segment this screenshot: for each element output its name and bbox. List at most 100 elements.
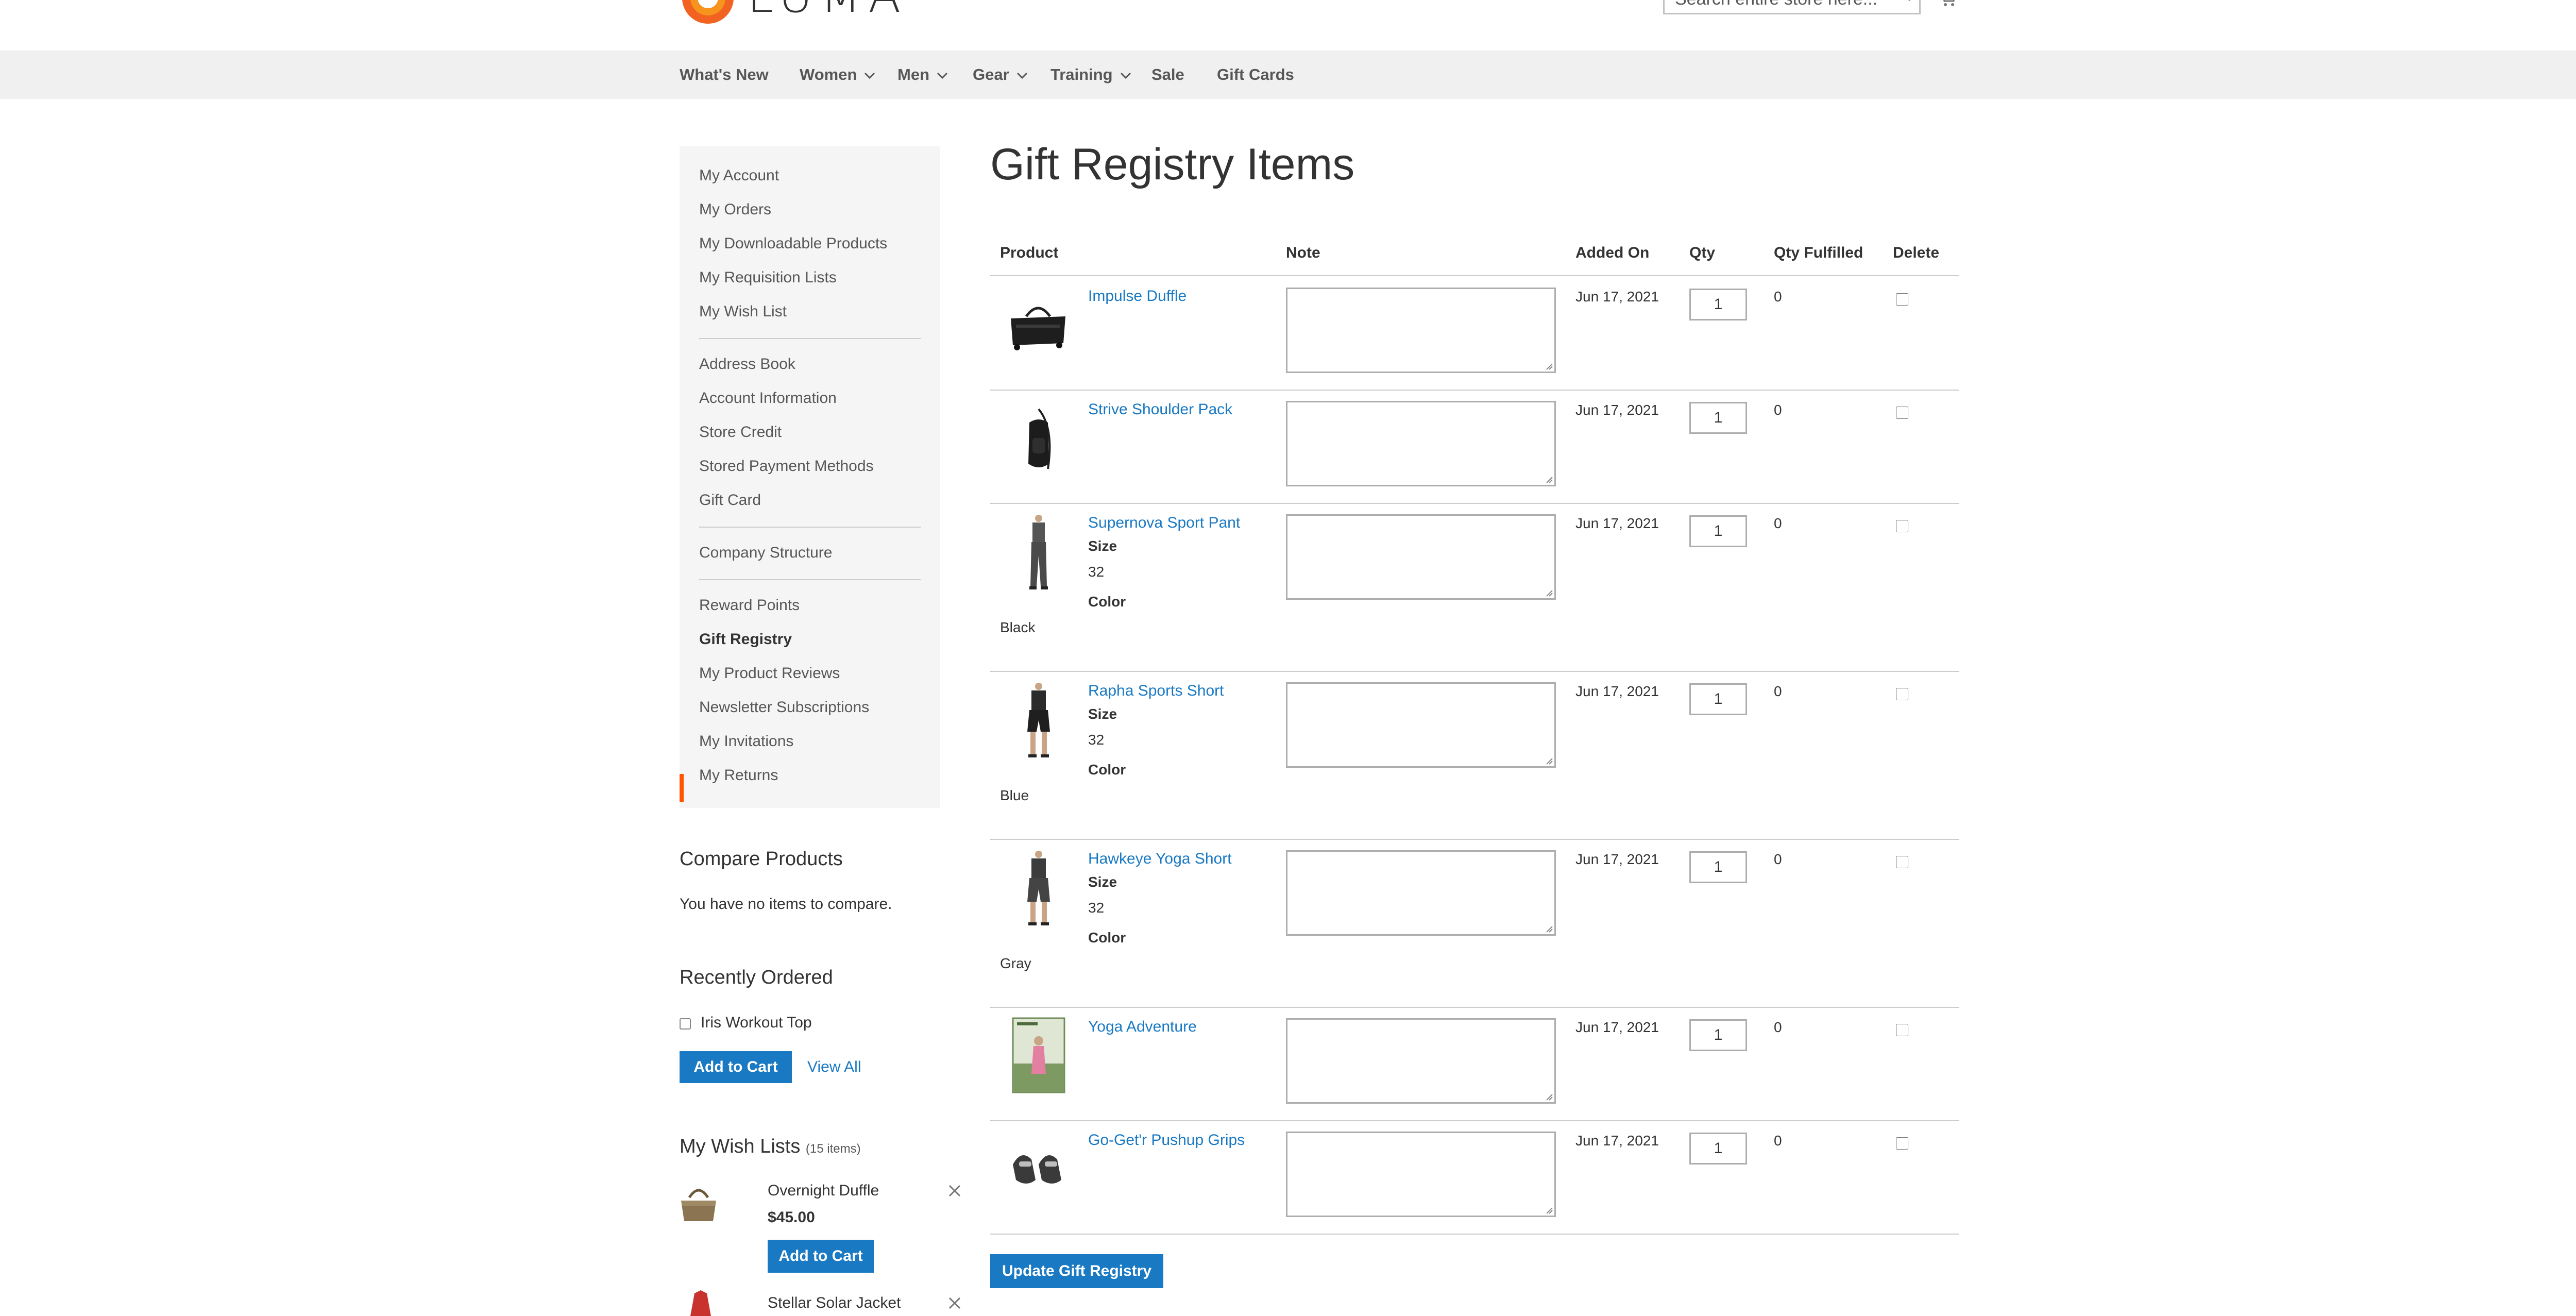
nav-item-sale[interactable]: Sale — [1151, 50, 1184, 99]
qty-input[interactable] — [1689, 402, 1747, 434]
option-value-size: 32 — [1088, 732, 1105, 748]
qty-input[interactable] — [1689, 515, 1747, 547]
sidebar-item-address-book[interactable]: Address Book — [699, 356, 795, 373]
delete-checkbox[interactable] — [1896, 688, 1908, 700]
row-divider — [990, 503, 1959, 504]
nav-item-women[interactable]: Women — [800, 50, 875, 99]
sidebar-item-gift-card[interactable]: Gift Card — [699, 492, 761, 509]
product-name-link[interactable]: Rapha Sports Short — [1088, 682, 1224, 700]
resize-grip-icon[interactable] — [1546, 589, 1553, 597]
nav-item-gift-cards[interactable]: Gift Cards — [1217, 50, 1294, 99]
nav-item-gear[interactable]: Gear — [973, 50, 1028, 99]
qty-fulfilled-value: 0 — [1774, 1019, 1782, 1035]
wishlist-item-name[interactable]: Overnight Duffle — [768, 1182, 879, 1200]
delete-checkbox[interactable] — [1896, 520, 1908, 532]
sidebar-item-account-information[interactable]: Account Information — [699, 390, 837, 407]
note-textarea[interactable] — [1286, 1132, 1556, 1217]
resize-grip-icon[interactable] — [1546, 476, 1553, 483]
resize-grip-icon[interactable] — [1546, 757, 1553, 765]
note-textarea[interactable] — [1286, 514, 1556, 600]
resize-grip-icon[interactable] — [1546, 925, 1553, 933]
close-icon[interactable] — [948, 1296, 961, 1310]
product-name-link[interactable]: Strive Shoulder Pack — [1088, 401, 1232, 418]
sidebar-item-stored-payment-methods[interactable]: Stored Payment Methods — [699, 458, 874, 475]
qty-input[interactable] — [1689, 1019, 1747, 1051]
delete-checkbox[interactable] — [1896, 293, 1908, 306]
sidebar-item-newsletter-subscriptions[interactable]: Newsletter Subscriptions — [699, 699, 869, 716]
note-textarea[interactable] — [1286, 401, 1556, 486]
search-icon[interactable] — [1894, 0, 1912, 3]
sidebar-item-my-orders[interactable]: My Orders — [699, 201, 771, 218]
product-name-link[interactable]: Supernova Sport Pant — [1088, 514, 1240, 532]
product-name-link[interactable]: Yoga Adventure — [1088, 1018, 1197, 1036]
close-icon[interactable] — [948, 1184, 961, 1197]
sidebar-divider — [699, 338, 921, 339]
yoga-adventure-image[interactable] — [1012, 1017, 1065, 1093]
delete-checkbox[interactable] — [1896, 1137, 1908, 1150]
recently-ordered-checkbox[interactable] — [680, 1018, 691, 1030]
note-textarea[interactable] — [1286, 1018, 1556, 1104]
recently-ordered-view-all-link[interactable]: View All — [807, 1058, 861, 1076]
sidebar-item-requisition-lists[interactable]: My Requisition Lists — [699, 269, 837, 286]
qty-input[interactable] — [1689, 1133, 1747, 1165]
option-label-size: Size — [1088, 538, 1117, 554]
resize-grip-icon[interactable] — [1546, 363, 1553, 370]
qty-fulfilled-value: 0 — [1774, 683, 1782, 699]
nav-item-men[interactable]: Men — [897, 50, 948, 99]
product-name-link[interactable]: Hawkeye Yoga Short — [1088, 850, 1232, 868]
cart-icon[interactable] — [1938, 0, 1957, 8]
logo-text[interactable]: LUMA — [747, 0, 908, 23]
delete-checkbox[interactable] — [1896, 1024, 1908, 1036]
search-input[interactable] — [1674, 0, 1882, 14]
sidebar-item-store-credit[interactable]: Store Credit — [699, 424, 782, 441]
option-label-size: Size — [1088, 706, 1117, 722]
impulse-duffle-image[interactable] — [1006, 298, 1071, 355]
sidebar-item-returns[interactable]: My Returns — [699, 767, 778, 784]
recently-ordered-title: Recently Ordered — [680, 967, 833, 988]
qty-input[interactable] — [1689, 683, 1747, 715]
added-on-date: Jun 17, 2021 — [1575, 683, 1659, 699]
update-gift-registry-button[interactable]: Update Gift Registry — [990, 1254, 1163, 1288]
hawkeye-yoga-short-image[interactable] — [1018, 850, 1059, 927]
sidebar-item-company-structure[interactable]: Company Structure — [699, 544, 832, 562]
nav-label: Women — [800, 65, 857, 83]
sidebar-item-reward-points[interactable]: Reward Points — [699, 597, 800, 614]
pushup-grips-image[interactable] — [1006, 1144, 1072, 1190]
note-textarea[interactable] — [1286, 288, 1556, 373]
product-name-link[interactable]: Go-Get'r Pushup Grips — [1088, 1132, 1245, 1149]
rapha-sports-short-image[interactable] — [1018, 682, 1059, 760]
sidebar-item-wish-list[interactable]: My Wish List — [699, 303, 787, 320]
nav-item-training[interactable]: Training — [1050, 50, 1131, 99]
recently-ordered-add-to-cart-button[interactable]: Add to Cart — [680, 1051, 792, 1083]
added-on-date: Jun 17, 2021 — [1575, 289, 1659, 305]
qty-fulfilled-value: 0 — [1774, 402, 1782, 418]
row-divider — [990, 1007, 1959, 1008]
column-header-qty: Qty — [1689, 244, 1716, 261]
note-textarea[interactable] — [1286, 850, 1556, 936]
wishlist-add-to-cart-button[interactable]: Add to Cart — [768, 1240, 874, 1273]
strive-shoulder-pack-image[interactable] — [1018, 407, 1059, 473]
resize-grip-icon[interactable] — [1546, 1093, 1553, 1101]
overnight-duffle-image[interactable] — [678, 1180, 719, 1226]
supernova-sport-pant-image[interactable] — [1022, 514, 1055, 592]
qty-input[interactable] — [1689, 289, 1747, 320]
search-box — [1663, 0, 1921, 14]
sidebar-item-invitations[interactable]: My Invitations — [699, 733, 793, 750]
sidebar-item-gift-registry[interactable]: Gift Registry — [699, 631, 792, 648]
sidebar-item-downloadable-products[interactable]: My Downloadable Products — [699, 235, 887, 252]
delete-checkbox[interactable] — [1896, 407, 1908, 419]
note-textarea[interactable] — [1286, 682, 1556, 768]
stellar-solar-jacket-image[interactable] — [685, 1288, 716, 1316]
luma-logo-icon[interactable] — [679, 0, 737, 27]
option-value-size: 32 — [1088, 900, 1105, 916]
wishlists-title: My Wish Lists (15 items) — [680, 1136, 861, 1158]
delete-checkbox[interactable] — [1896, 856, 1908, 868]
wishlists-count: (15 items) — [805, 1142, 861, 1156]
sidebar-item-my-account[interactable]: My Account — [699, 167, 779, 184]
resize-grip-icon[interactable] — [1546, 1207, 1553, 1214]
qty-input[interactable] — [1689, 851, 1747, 883]
sidebar-item-product-reviews[interactable]: My Product Reviews — [699, 665, 840, 682]
nav-item-whats-new[interactable]: What's New — [680, 50, 769, 99]
wishlist-item-name[interactable]: Stellar Solar Jacket — [768, 1294, 901, 1312]
product-name-link[interactable]: Impulse Duffle — [1088, 288, 1187, 305]
